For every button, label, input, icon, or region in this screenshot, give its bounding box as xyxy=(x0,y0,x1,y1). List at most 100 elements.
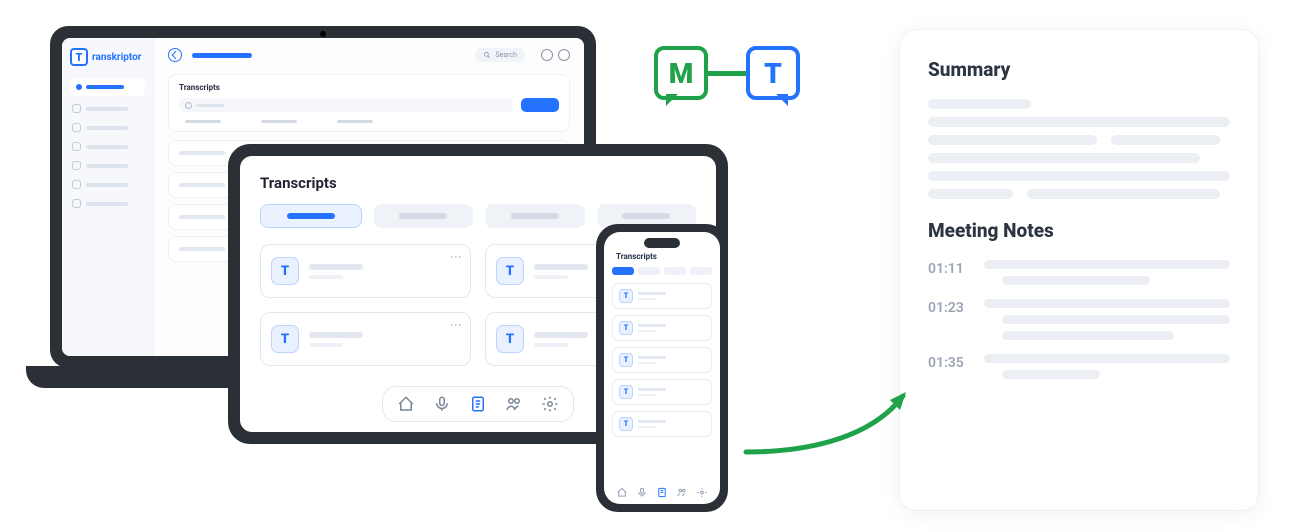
placeholder-text xyxy=(86,145,128,149)
sidebar-item[interactable] xyxy=(70,197,145,210)
arrow-icon xyxy=(738,362,918,462)
search-input[interactable]: Search xyxy=(475,48,525,62)
sidebar-item[interactable] xyxy=(70,159,145,172)
transcripts-icon[interactable] xyxy=(469,395,487,413)
tab[interactable] xyxy=(664,267,686,275)
transcript-icon: T xyxy=(619,353,633,367)
transcript-icon: T xyxy=(619,417,633,431)
placeholder-line xyxy=(928,153,1200,163)
speech-tail-icon xyxy=(666,94,678,106)
nav-icon xyxy=(72,142,81,151)
nav-icon xyxy=(72,123,81,132)
connector-line xyxy=(708,71,746,76)
transcript-icon: T xyxy=(619,289,633,303)
home-icon[interactable] xyxy=(397,395,415,413)
transcript-icon: T xyxy=(619,321,633,335)
placeholder-text xyxy=(86,107,128,111)
top-bar: Search xyxy=(168,48,570,62)
placeholder-text xyxy=(287,213,335,219)
transcript-card[interactable]: T ⋮ xyxy=(260,244,471,298)
note-item: 01:23 xyxy=(928,299,1230,340)
nav-icon xyxy=(72,161,81,170)
primary-button[interactable] xyxy=(521,98,559,112)
tab-active[interactable] xyxy=(260,204,362,228)
bottom-nav xyxy=(382,386,574,422)
list-item[interactable]: T xyxy=(612,283,712,309)
summary-body xyxy=(928,99,1230,199)
brand-logo-text: ranskriptor xyxy=(92,52,141,63)
placeholder-text xyxy=(196,104,224,107)
transcript-icon: T xyxy=(496,257,524,285)
tab[interactable] xyxy=(485,204,585,228)
placeholder-line xyxy=(984,354,1230,363)
transcripts-title: Transcripts xyxy=(616,252,708,261)
tab[interactable] xyxy=(374,204,474,228)
phone-list: T T T T T xyxy=(612,283,712,437)
sidebar-item[interactable] xyxy=(70,178,145,191)
placeholder-text xyxy=(86,183,128,187)
more-icon[interactable]: ⋮ xyxy=(450,319,462,332)
logo-t-letter: T xyxy=(764,57,782,90)
integration-logos: M T xyxy=(654,46,800,100)
settings-icon[interactable] xyxy=(697,487,708,498)
sidebar-active-item[interactable] xyxy=(70,78,145,96)
mic-icon[interactable] xyxy=(637,487,648,498)
sidebar-item[interactable] xyxy=(70,121,145,134)
brand-logo[interactable]: T ranskriptor xyxy=(70,48,145,66)
tab[interactable] xyxy=(690,267,712,275)
summary-card: Summary Meeting Notes 01:11 01:23 01:35 xyxy=(900,30,1258,510)
transcripts-title: Transcripts xyxy=(260,174,696,192)
transcript-icon: T xyxy=(619,385,633,399)
sidebar-item[interactable] xyxy=(70,102,145,115)
tab[interactable] xyxy=(638,267,660,275)
transcripts-icon[interactable] xyxy=(657,487,668,498)
placeholder-line xyxy=(1002,276,1150,285)
placeholder-text xyxy=(86,126,128,130)
tab[interactable] xyxy=(337,120,373,123)
placeholder-text xyxy=(86,85,124,89)
logo-t: T xyxy=(746,46,800,100)
phone-device: Transcripts T T T T T xyxy=(596,224,728,512)
list-item[interactable]: T xyxy=(612,379,712,405)
note-item: 01:35 xyxy=(928,354,1230,379)
filter-row xyxy=(179,98,559,112)
placeholder-line xyxy=(1027,189,1220,199)
list-item[interactable]: T xyxy=(612,347,712,373)
team-icon[interactable] xyxy=(505,395,523,413)
filter-input[interactable] xyxy=(179,98,513,112)
globe-icon[interactable] xyxy=(541,49,553,61)
phone-tabs xyxy=(612,267,712,275)
phone-notch xyxy=(644,238,680,248)
tab-active[interactable] xyxy=(612,267,634,275)
mic-icon[interactable] xyxy=(433,395,451,413)
settings-icon[interactable] xyxy=(541,395,559,413)
list-item[interactable]: T xyxy=(612,411,712,437)
breadcrumb xyxy=(192,53,252,58)
sidebar-item[interactable] xyxy=(70,140,145,153)
placeholder-text xyxy=(86,164,128,168)
search-placeholder: Search xyxy=(495,51,517,59)
placeholder-line xyxy=(1002,370,1100,379)
placeholder-text xyxy=(511,213,559,219)
phone-bottom-nav xyxy=(617,487,708,498)
search-icon xyxy=(483,51,491,59)
placeholder-text xyxy=(622,213,670,219)
transcript-card[interactable]: T ⋮ xyxy=(260,312,471,366)
transcript-icon: T xyxy=(271,325,299,353)
tab[interactable] xyxy=(261,120,297,123)
summary-heading: Summary xyxy=(928,58,1230,81)
user-icon[interactable] xyxy=(558,49,570,61)
back-button[interactable] xyxy=(168,48,182,62)
meeting-notes-heading: Meeting Notes xyxy=(928,219,1230,242)
tab[interactable] xyxy=(185,120,221,123)
brand-logo-icon: T xyxy=(70,48,88,66)
transcripts-card: Transcripts xyxy=(168,74,570,132)
placeholder-line xyxy=(1002,315,1230,324)
note-item: 01:11 xyxy=(928,260,1230,285)
more-icon[interactable]: ⋮ xyxy=(450,251,462,264)
team-icon[interactable] xyxy=(677,487,688,498)
list-item[interactable]: T xyxy=(612,315,712,341)
home-icon[interactable] xyxy=(617,487,628,498)
placeholder-line xyxy=(1002,331,1174,340)
nav-icon xyxy=(72,199,81,208)
